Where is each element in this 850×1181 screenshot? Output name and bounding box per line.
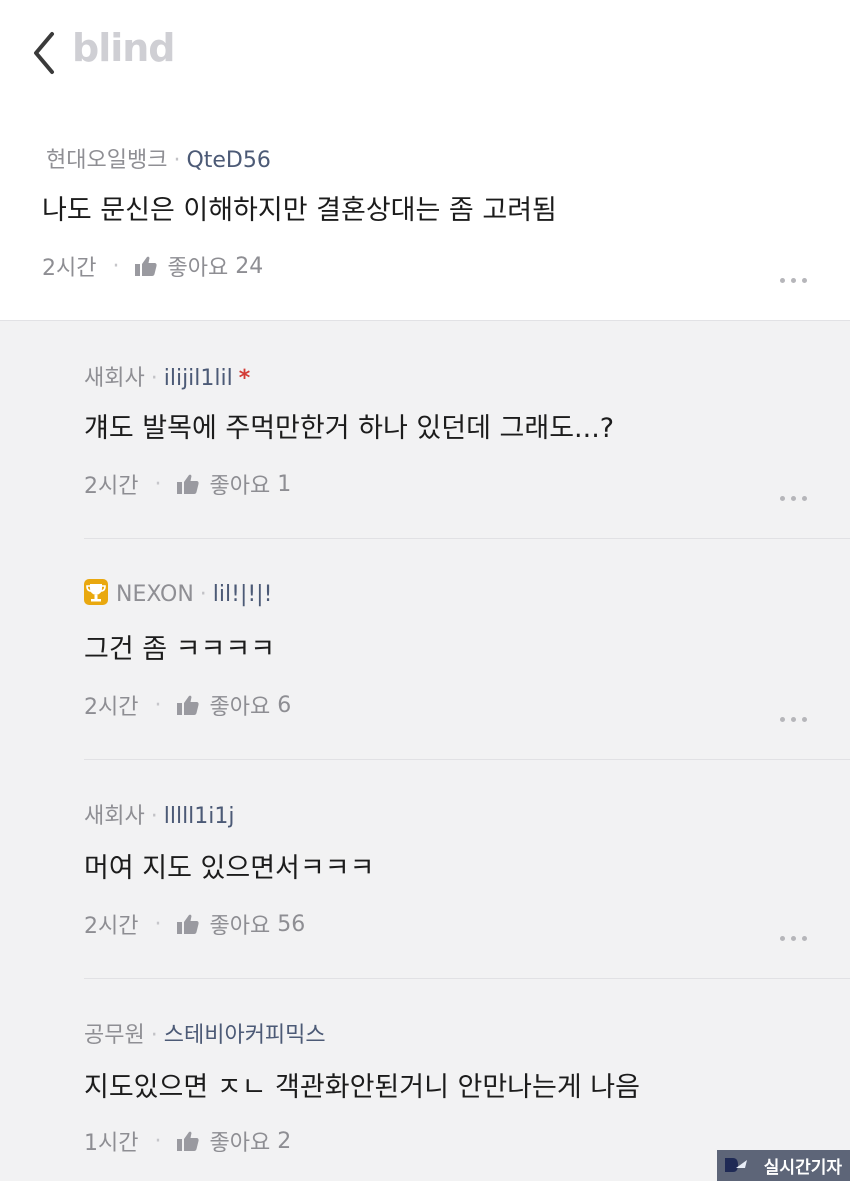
comment-meta: NEXON · lil!|!|! — [84, 579, 272, 607]
watermark-text: 실시간기자 — [763, 1158, 842, 1178]
nickname[interactable]: lil!|!|! — [213, 582, 273, 607]
like-count: 56 — [277, 911, 306, 937]
comment-meta: 현대오일뱅크 · QteD56 — [46, 148, 271, 173]
reply-item: NEXON · lil!|!|! 그건 좀 ㅋㅋㅋㅋ 2시간 · 좋아요 6 — [84, 539, 850, 759]
comment-info: 2시간 · 좋아요 56 — [84, 908, 305, 940]
comment-info: 1시간 · 좋아요 2 — [84, 1125, 291, 1157]
thumbs-up-icon[interactable] — [135, 256, 158, 276]
like-label[interactable]: 좋아요 — [167, 250, 228, 282]
comment-text: 머여 지도 있으면서ㅋㅋㅋ — [84, 853, 375, 884]
thumbs-up-icon[interactable] — [177, 474, 200, 494]
watermark-logo-icon — [725, 1158, 747, 1172]
thumbs-up-icon[interactable] — [177, 695, 200, 715]
like-label[interactable]: 좋아요 — [209, 689, 270, 721]
comment-meta: 공무원 · 스테비아커피믹스 — [84, 1023, 326, 1048]
like-label[interactable]: 좋아요 — [209, 468, 270, 500]
comment-text: 나도 문신은 이해하지만 결혼상대는 좀 고려됨 — [42, 195, 557, 226]
company-name[interactable]: 새회사 — [84, 804, 145, 829]
comment-text: 걔도 발목에 주먹만한거 하나 있던데 그래도...? — [84, 413, 615, 444]
more-dots-icon[interactable] — [780, 486, 814, 501]
timestamp: 1시간 — [84, 1131, 139, 1156]
like-count: 1 — [277, 471, 292, 497]
like-label[interactable]: 좋아요 — [209, 908, 270, 940]
timestamp: 2시간 — [42, 256, 97, 281]
company-name[interactable]: 현대오일뱅크 — [46, 148, 167, 173]
like-count: 6 — [277, 692, 292, 718]
more-dots-icon[interactable] — [780, 707, 814, 722]
comment-info: 2시간 · 좋아요 1 — [84, 468, 291, 500]
nickname[interactable]: 스테비아커피믹스 — [164, 1023, 326, 1048]
timestamp: 2시간 — [84, 695, 139, 720]
trophy-icon — [84, 579, 108, 605]
reply-item: 새회사 · ilijil1lil * 걔도 발목에 주먹만한거 하나 있던데 그래도.… — [84, 320, 850, 538]
thumbs-up-icon[interactable] — [177, 914, 200, 934]
company-name[interactable]: 새회사 — [84, 366, 145, 391]
nickname[interactable]: QteD56 — [186, 148, 270, 173]
company-name[interactable]: 공무원 — [84, 1023, 145, 1048]
comment-info: 2시간 · 좋아요 6 — [84, 689, 291, 721]
like-count: 24 — [235, 253, 264, 279]
watermark-badge: 실시간기자 — [717, 1150, 850, 1181]
chevron-left-icon[interactable] — [30, 30, 60, 76]
company-name[interactable]: NEXON — [116, 582, 194, 607]
comment-text: 그건 좀 ㅋㅋㅋㅋ — [84, 634, 276, 665]
nickname[interactable]: ilijil1lil — [164, 366, 233, 391]
like-label[interactable]: 좋아요 — [209, 1125, 270, 1157]
app-logo: blind — [72, 26, 176, 70]
nickname[interactable]: lllll1i1j — [164, 804, 235, 829]
comment-meta: 새회사 · ilijil1lil * — [84, 366, 251, 391]
comment-text: 지도있으면 ㅈㄴ 객관화안된거니 안만나는게 나음 — [84, 1072, 640, 1103]
main-comment: 현대오일뱅크 · QteD56 나도 문신은 이해하지만 결혼상대는 좀 고려됨 2… — [0, 110, 850, 321]
like-count: 2 — [277, 1128, 292, 1154]
comment-info: 2시간 · 좋아요 24 — [42, 250, 263, 282]
more-dots-icon[interactable] — [780, 926, 814, 941]
more-dots-icon[interactable] — [780, 268, 814, 283]
timestamp: 2시간 — [84, 914, 139, 939]
comment-meta: 새회사 · lllll1i1j — [84, 804, 235, 829]
reply-item: 새회사 · lllll1i1j 머여 지도 있으면서ㅋㅋㅋ 2시간 · 좋아요 56 — [84, 760, 850, 978]
thumbs-up-icon[interactable] — [177, 1131, 200, 1151]
author-flag: * — [238, 366, 251, 391]
timestamp: 2시간 — [84, 474, 139, 499]
top-bar: blind — [0, 0, 850, 110]
